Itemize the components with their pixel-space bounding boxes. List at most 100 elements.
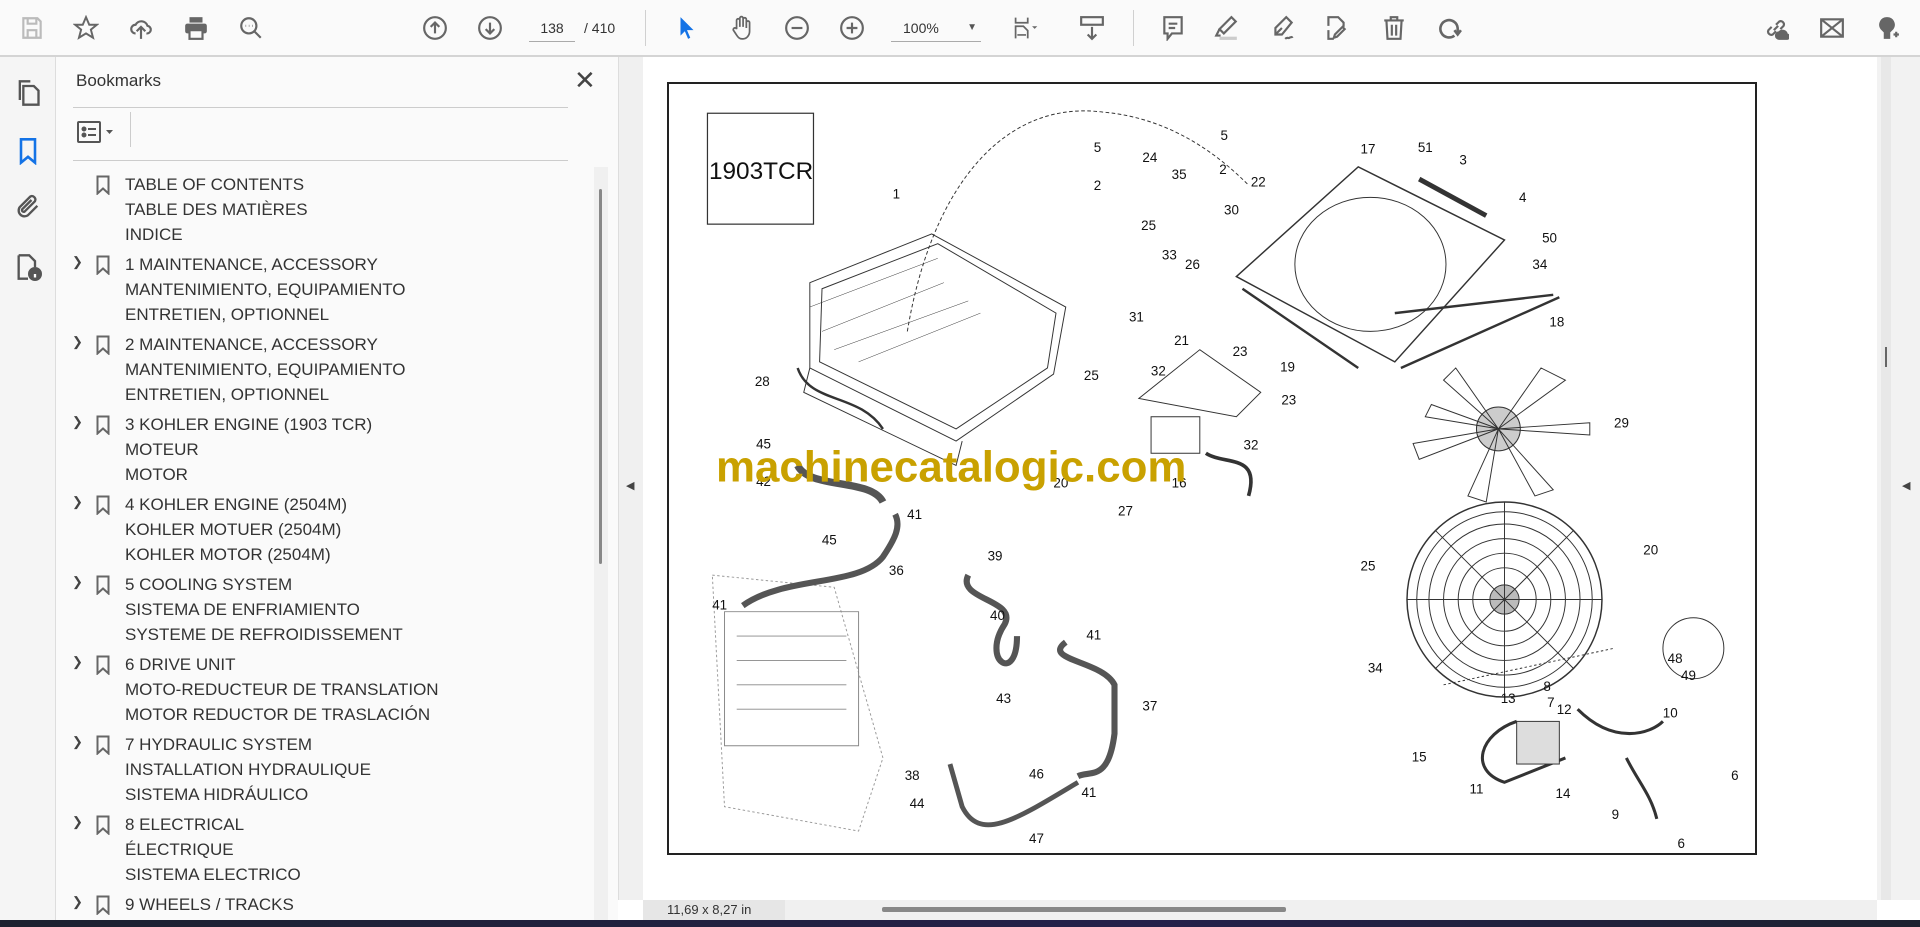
scroll-mode-icon[interactable] bbox=[1078, 14, 1106, 42]
share-link-icon[interactable] bbox=[1762, 14, 1790, 42]
trash-icon[interactable] bbox=[1380, 14, 1408, 42]
scrollbar-thumb[interactable] bbox=[1885, 347, 1887, 367]
hand-tool-icon[interactable] bbox=[728, 14, 756, 42]
page-dimensions: 11,69 x 8,27 in bbox=[643, 900, 785, 920]
attachments-icon[interactable] bbox=[14, 193, 42, 221]
bookmark-item[interactable]: ❯ 3 KOHLER ENGINE (1903 TCR) MOTEUR MOTOR bbox=[56, 412, 586, 487]
part-callout: 50 bbox=[1542, 230, 1557, 245]
bookmark-item[interactable]: ❯ 4 KOHLER ENGINE (2504M) KOHLER MOTUER (2… bbox=[56, 492, 586, 567]
upload-cloud-icon[interactable] bbox=[127, 14, 155, 42]
bookmarks-icon[interactable] bbox=[14, 137, 42, 166]
divider bbox=[73, 107, 568, 108]
chevron-right-icon[interactable]: ❯ bbox=[72, 334, 83, 350]
part-callout: 49 bbox=[1681, 668, 1696, 683]
bookmark-options-button[interactable] bbox=[76, 119, 120, 145]
bookmark-item[interactable]: ❯ 6 DRIVE UNIT MOTO-REDUCTEUR DE TRANSLATI… bbox=[56, 652, 586, 727]
bookmark-label: 4 KOHLER ENGINE (2504M) bbox=[125, 495, 348, 514]
chevron-right-icon[interactable]: ❯ bbox=[72, 654, 83, 670]
bookmark-icon bbox=[96, 175, 110, 195]
bookmark-item[interactable]: ❯ 2 MAINTENANCE, ACCESSORY MANTENIMIENTO, … bbox=[56, 332, 586, 407]
bookmark-item[interactable]: ❯ 9 WHEELS / TRACKS bbox=[56, 892, 586, 917]
bookmark-icon bbox=[96, 895, 110, 915]
bookmark-item[interactable]: ❯ 5 COOLING SYSTEM SISTEMA DE ENFRIAMIENTO… bbox=[56, 572, 586, 647]
highlight-icon[interactable] bbox=[1212, 14, 1240, 42]
star-icon[interactable] bbox=[72, 14, 100, 42]
part-callout: 24 bbox=[1142, 150, 1157, 165]
bookmark-label: MANTENIMIENTO, EQUIPAMIENTO bbox=[125, 280, 406, 299]
part-callout: 14 bbox=[1556, 786, 1571, 801]
vertical-scrollbar[interactable] bbox=[1881, 57, 1891, 900]
part-callout: 37 bbox=[1142, 698, 1157, 713]
rotate-icon[interactable] bbox=[1435, 14, 1463, 42]
part-callout: 44 bbox=[910, 796, 925, 811]
close-panel-button[interactable]: ✕ bbox=[574, 65, 596, 96]
part-callout: 2 bbox=[1094, 178, 1101, 193]
bookmark-item[interactable]: ❯ 1 MAINTENANCE, ACCESSORY MANTENIMIENTO, … bbox=[56, 252, 586, 327]
horizontal-scrollbar-thumb[interactable] bbox=[882, 907, 1286, 912]
chevron-right-icon[interactable]: ❯ bbox=[72, 414, 83, 430]
zoom-out-button[interactable] bbox=[783, 14, 811, 42]
bookmark-item[interactable]: ❯ 7 HYDRAULIC SYSTEM INSTALLATION HYDRAULI… bbox=[56, 732, 586, 807]
part-callout: 2 bbox=[1219, 162, 1226, 177]
scrollbar-thumb[interactable] bbox=[599, 189, 602, 564]
find-icon[interactable] bbox=[237, 14, 265, 42]
bookmark-label: TABLE OF CONTENTS bbox=[125, 175, 305, 194]
part-callout: 27 bbox=[1118, 503, 1133, 518]
zoom-in-button[interactable] bbox=[838, 14, 866, 42]
next-page-button[interactable] bbox=[476, 14, 504, 42]
bookmark-label: SISTEMA HIDRÁULICO bbox=[125, 785, 309, 804]
zoom-level-select[interactable]: 100% ▼ bbox=[891, 14, 981, 42]
page-thumbnails-icon[interactable] bbox=[14, 79, 42, 107]
bookmark-label: KOHLER MOTUER (2504M) bbox=[125, 520, 342, 539]
bookmark-label: INDICE bbox=[125, 225, 183, 244]
right-scroll-strip[interactable]: ◀ bbox=[1877, 57, 1920, 900]
email-icon[interactable] bbox=[1818, 14, 1846, 42]
bookmark-label: SYSTEME DE REFROIDISSEMENT bbox=[125, 625, 403, 644]
print-icon[interactable] bbox=[182, 14, 210, 42]
status-bar: 11,69 x 8,27 in bbox=[643, 900, 1877, 920]
document-properties-icon[interactable] bbox=[14, 253, 42, 281]
exploded-parts-diagram: 1903TCR 155242235 223025332617 51345034181… bbox=[706, 110, 1739, 851]
chevron-right-icon[interactable]: ❯ bbox=[72, 574, 83, 590]
chevron-right-icon[interactable]: ❯ bbox=[72, 894, 83, 910]
bookmark-item[interactable]: TABLE OF CONTENTS TABLE DES MATIÈRES INDIC… bbox=[56, 172, 586, 247]
bookmark-label: ÉLECTRIQUE bbox=[125, 840, 234, 859]
edit-pdf-icon[interactable] bbox=[1322, 14, 1350, 42]
part-callout: 32 bbox=[1244, 438, 1259, 453]
bookmark-icon bbox=[96, 335, 110, 355]
bookmark-item[interactable]: ❯ 8 ELECTRICAL ÉLECTRIQUE SISTEMA ELECTRICO bbox=[56, 812, 586, 887]
part-callout: 25 bbox=[1084, 368, 1099, 383]
chevron-right-icon[interactable]: ❯ bbox=[72, 734, 83, 750]
bookmark-label: MOTEUR bbox=[125, 440, 199, 459]
part-callout: 41 bbox=[712, 597, 727, 612]
chevron-right-icon[interactable]: ❯ bbox=[72, 814, 83, 830]
bookmark-icon bbox=[96, 415, 110, 435]
part-callout: 12 bbox=[1557, 702, 1572, 717]
bookmark-label: ENTRETIEN, OPTIONNEL bbox=[125, 305, 330, 324]
bookmark-label: SISTEMA ELECTRICO bbox=[125, 865, 301, 884]
comment-icon[interactable] bbox=[1159, 14, 1187, 42]
part-callout: 25 bbox=[1361, 558, 1376, 573]
toolbar: 138 / 410 100% ▼ bbox=[0, 0, 1920, 57]
part-callout: 39 bbox=[988, 549, 1003, 564]
select-tool-icon[interactable] bbox=[673, 14, 701, 42]
part-callout: 25 bbox=[1141, 218, 1156, 233]
page-number-input[interactable]: 138 bbox=[529, 14, 575, 42]
part-callout: 41 bbox=[1086, 628, 1101, 643]
part-callout: 41 bbox=[1081, 785, 1096, 800]
account-icon[interactable] bbox=[1873, 14, 1901, 42]
bookmark-icon bbox=[96, 815, 110, 835]
part-callout: 18 bbox=[1549, 315, 1564, 330]
bookmark-label: 5 COOLING SYSTEM bbox=[125, 575, 293, 594]
save-icon[interactable] bbox=[18, 14, 46, 42]
chevron-right-icon[interactable]: ❯ bbox=[72, 254, 83, 270]
fit-page-button[interactable] bbox=[1006, 14, 1046, 42]
previous-page-button[interactable] bbox=[421, 14, 449, 42]
chevron-left-icon[interactable]: ◀ bbox=[1902, 479, 1910, 492]
bookmark-scrollbar[interactable] bbox=[594, 167, 608, 920]
part-callout: 5 bbox=[1220, 128, 1227, 143]
sign-icon[interactable] bbox=[1269, 14, 1297, 42]
chevron-right-icon[interactable]: ❯ bbox=[72, 494, 83, 510]
chevron-down-icon: ▼ bbox=[967, 22, 977, 33]
collapse-panel-handle[interactable]: ◀ bbox=[618, 57, 643, 900]
